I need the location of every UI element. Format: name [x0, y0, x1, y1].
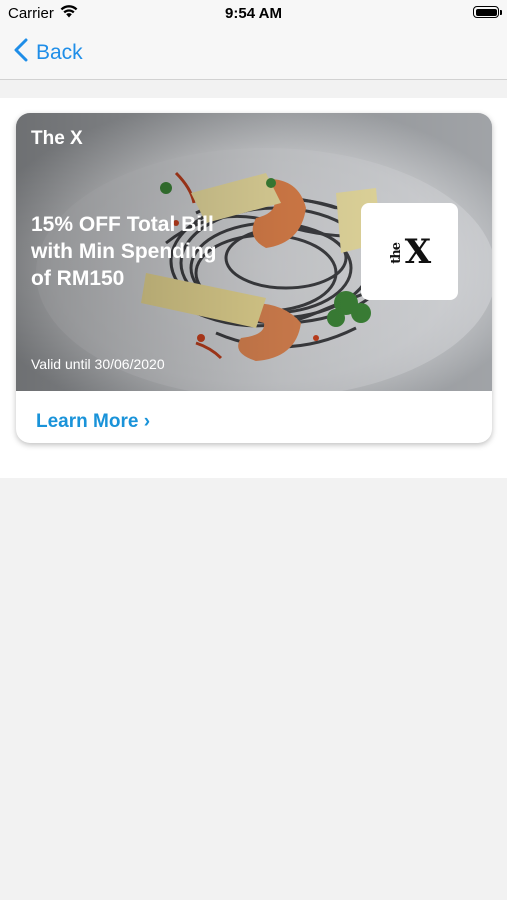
brand-logo: theX — [361, 203, 458, 300]
promo-card[interactable]: The X 15% OFF Total Bill with Min Spendi… — [16, 113, 492, 443]
status-bar: Carrier 9:54 AM — [0, 0, 507, 28]
status-time: 9:54 AM — [225, 5, 282, 22]
back-label: Back — [36, 41, 83, 64]
brand-name: The X — [31, 128, 83, 149]
navigation-bar: Back — [0, 28, 507, 80]
battery-icon — [473, 6, 502, 18]
back-button[interactable]: Back — [14, 38, 83, 68]
promo-image: The X 15% OFF Total Bill with Min Spendi… — [16, 113, 492, 391]
offer-title: 15% OFF Total Bill with Min Spending of … — [31, 213, 217, 290]
learn-more-link[interactable]: Learn More › — [36, 411, 150, 433]
brand-logo-mark: theX — [388, 231, 431, 272]
validity-text: Valid until 30/06/2020 — [31, 356, 165, 372]
chevron-left-icon — [14, 38, 28, 68]
